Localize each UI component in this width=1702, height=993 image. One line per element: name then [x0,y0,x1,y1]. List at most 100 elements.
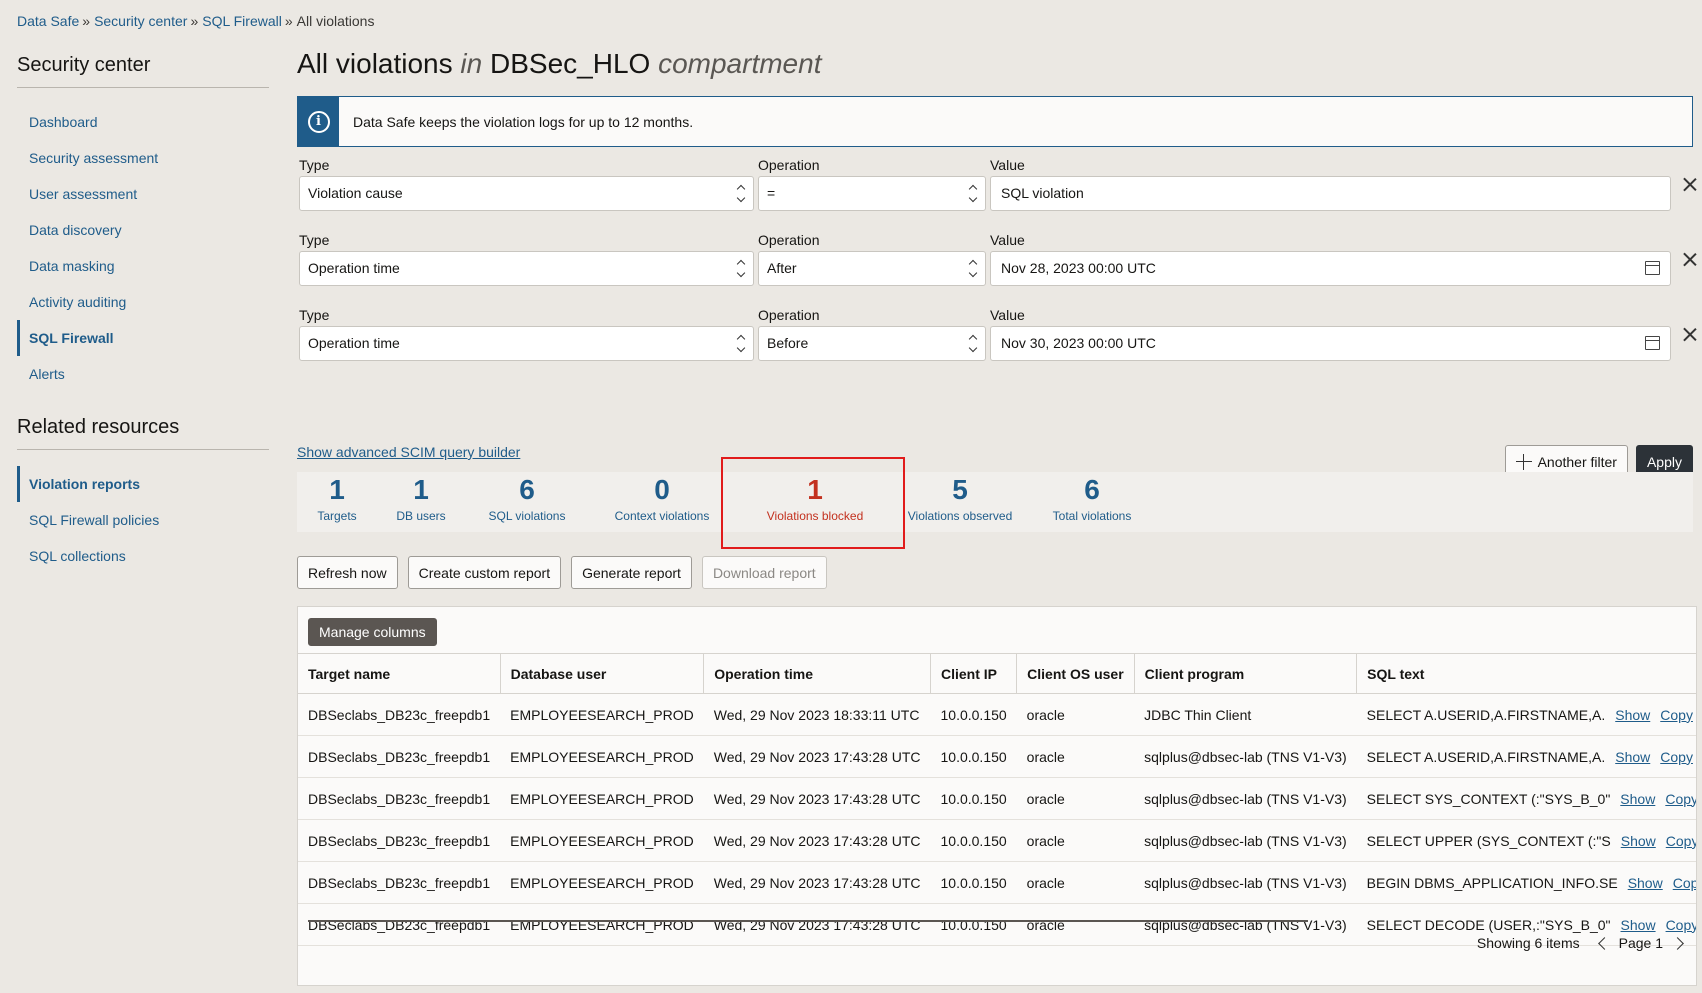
filter-type-select[interactable]: Operation time [299,251,754,286]
filter-date-input[interactable]: Nov 30, 2023 00:00 UTC [990,326,1671,361]
report-actions: Refresh now Create custom report Generat… [297,556,827,589]
copy-sql-link[interactable]: Copy [1666,833,1696,849]
nav-item-violation-reports[interactable]: Violation reports [17,466,269,502]
generate-report-button[interactable]: Generate report [571,556,692,589]
nav-item-sql-firewall[interactable]: SQL Firewall [17,320,269,356]
nav-item-data-discovery[interactable]: Data discovery [17,212,269,248]
filter-type-value: Violation cause [308,185,403,201]
metric-targets[interactable]: 1 Targets [297,472,377,524]
column-header-client-ip[interactable]: Client IP [930,653,1018,694]
breadcrumb-link-sql-firewall[interactable]: SQL Firewall [202,13,282,29]
cell-operation-time: Wed, 29 Nov 2023 18:33:11 UTC [703,693,931,736]
breadcrumb-link-data-safe[interactable]: Data Safe [17,13,79,29]
metric-context-violations[interactable]: 0 Context violations [597,472,727,524]
cell-client-program: sqlplus@dbsec-lab (TNS V1-V3) [1134,903,1357,946]
next-page-chevron-icon[interactable] [1671,936,1684,950]
filter-value-input[interactable]: SQL violation [990,176,1671,211]
remove-filter-close-icon[interactable] [1682,252,1698,268]
filter-operation-label: Operation [758,307,820,323]
breadcrumb-separator: » [190,13,199,29]
cell-client-os-user: oracle [1016,693,1135,736]
remove-filter-close-icon[interactable] [1682,327,1698,343]
nav-item-dashboard[interactable]: Dashboard [17,104,269,140]
calendar-icon[interactable] [1645,261,1660,275]
metric-sql-violations[interactable]: 6 SQL violations [472,472,582,524]
column-header-operation-time[interactable]: Operation time [703,653,931,694]
nav-item-data-masking[interactable]: Data masking [17,248,269,284]
copy-sql-link[interactable]: Copy [1666,917,1696,933]
nav-item-sql-firewall-policies[interactable]: SQL Firewall policies [17,502,269,538]
metric-db-users[interactable]: 1 DB users [381,472,461,524]
refresh-now-button[interactable]: Refresh now [297,556,398,589]
filter-operation-value: After [767,260,797,276]
filter-type-label: Type [299,157,330,173]
column-header-database-user[interactable]: Database user [500,653,705,694]
nav-item-activity-auditing[interactable]: Activity auditing [17,284,269,320]
filter-type-select[interactable]: Operation time [299,326,754,361]
cell-target-name: DBSeclabs_DB23c_freepdb1 [298,735,501,778]
nav-heading-security-center: Security center [17,54,269,88]
metric-value: 5 [952,474,968,505]
metric-violations-observed[interactable]: 5 Violations observed [905,472,1015,524]
breadcrumb: Data Safe» Security center» SQL Firewall» A… [17,13,374,29]
filter-operation-value: = [767,185,776,201]
manage-columns-button[interactable]: Manage columns [308,618,437,646]
table-row[interactable]: DBSeclabs_DB23c_freepdb1 EMPLOYEESEARCH_P… [298,693,1696,736]
copy-sql-link[interactable]: Copy [1660,707,1693,723]
filter-value-label: Value [990,307,1025,323]
info-icon: i [298,97,339,146]
cell-database-user: EMPLOYEESEARCH_PROD [500,735,704,778]
filter-type-select[interactable]: Violation cause [299,176,754,211]
table-row[interactable]: DBSeclabs_DB23c_freepdb1 EMPLOYEESEARCH_P… [298,735,1696,778]
copy-sql-link[interactable]: Copy [1673,875,1696,891]
table-row[interactable]: DBSeclabs_DB23c_freepdb1 EMPLOYEESEARCH_P… [298,777,1696,820]
show-sql-link[interactable]: Show [1620,791,1655,807]
nav-item-security-assessment[interactable]: Security assessment [17,140,269,176]
metric-label: Context violations [614,509,710,523]
filter-operation-select[interactable]: = [758,176,986,211]
download-report-button[interactable]: Download report [701,556,827,589]
nav-item-sql-collections[interactable]: SQL collections [17,538,269,574]
filter-operation-value: Before [767,335,809,351]
showing-items-count: Showing 6 items [1476,935,1580,951]
filter-operation-select[interactable]: After [758,251,986,286]
show-sql-link[interactable]: Show [1621,833,1656,849]
table-row[interactable]: DBSeclabs_DB23c_freepdb1 EMPLOYEESEARCH_P… [298,819,1696,862]
calendar-icon[interactable] [1645,336,1660,350]
horizontal-scrollbar[interactable] [308,920,1308,922]
previous-page-chevron-icon[interactable] [1597,936,1611,950]
table-header-row: Target name Database user Operation time… [298,653,1696,694]
show-sql-link[interactable]: Show [1615,749,1650,765]
column-header-client-program[interactable]: Client program [1134,653,1358,694]
nav-item-user-assessment[interactable]: User assessment [17,176,269,212]
copy-sql-link[interactable]: Copy [1660,749,1693,765]
column-header-target-name[interactable]: Target name [298,653,501,694]
nav-item-alerts[interactable]: Alerts [17,356,269,392]
column-header-sql-text[interactable]: SQL text [1356,653,1696,694]
filter-operation-select[interactable]: Before [758,326,986,361]
cell-client-os-user: oracle [1016,777,1135,820]
cell-client-program: sqlplus@dbsec-lab (TNS V1-V3) [1134,735,1357,778]
table-row[interactable]: DBSeclabs_DB23c_freepdb1 EMPLOYEESEARCH_P… [298,861,1696,904]
filter-type-label: Type [299,232,330,248]
breadcrumb-link-security-center[interactable]: Security center [94,13,187,29]
column-header-client-os-user[interactable]: Client OS user [1016,653,1135,694]
filter-value-label: Value [990,232,1025,248]
show-sql-link[interactable]: Show [1628,875,1663,891]
filter-date-input[interactable]: Nov 28, 2023 00:00 UTC [990,251,1671,286]
metric-label: SQL violations [488,509,566,523]
show-sql-link[interactable]: Show [1615,707,1650,723]
cell-client-ip: 10.0.0.150 [930,735,1017,778]
filter-value-text: Nov 30, 2023 00:00 UTC [1001,335,1156,351]
cell-operation-time: Wed, 29 Nov 2023 17:43:28 UTC [703,903,931,946]
cell-sql-text: SELECT UPPER (SYS_CONTEXT (:"S Show Copy [1356,819,1696,862]
copy-sql-link[interactable]: Copy [1665,791,1696,807]
scim-query-builder-link[interactable]: Show advanced SCIM query builder [297,444,520,460]
remove-filter-close-icon[interactable] [1682,177,1698,193]
create-custom-report-button[interactable]: Create custom report [407,556,562,589]
cell-client-os-user: oracle [1016,903,1135,946]
cell-database-user: EMPLOYEESEARCH_PROD [500,819,704,862]
violations-table-card: Manage columns Target name Database user… [297,606,1697,986]
show-sql-link[interactable]: Show [1621,917,1656,933]
metric-total-violations[interactable]: 6 Total violations [1037,472,1147,524]
